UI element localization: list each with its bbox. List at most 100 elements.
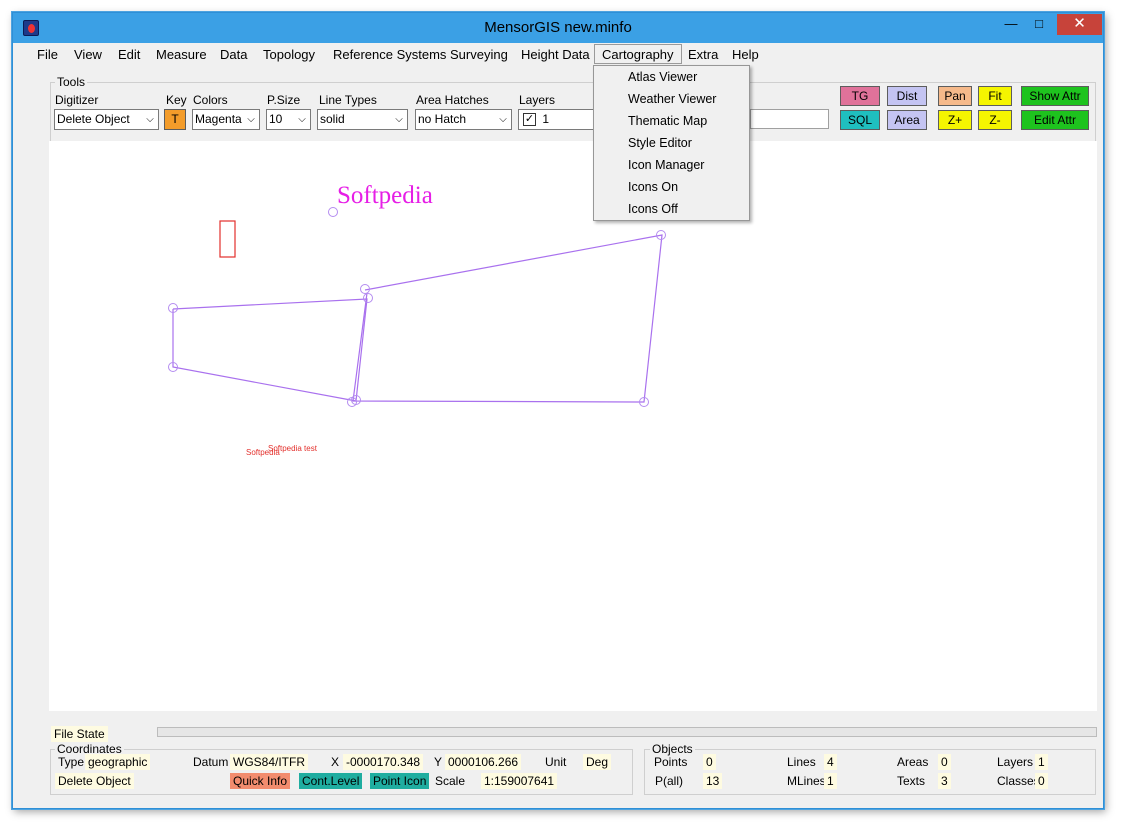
fit-button[interactable]: Fit <box>978 86 1012 106</box>
menu-help[interactable]: Help <box>730 45 761 65</box>
chevron-down-icon: ⌵ <box>499 114 507 125</box>
checkbox-icon[interactable]: ✓ <box>523 113 536 127</box>
vertex-markers <box>168 207 666 407</box>
cartography-dropdown: Atlas Viewer Weather Viewer Thematic Map… <box>593 65 750 221</box>
zoom-out-button[interactable]: Z- <box>978 110 1012 130</box>
unit-value: Deg <box>583 754 612 770</box>
menu-data[interactable]: Data <box>218 45 249 65</box>
dist-button[interactable]: Dist <box>887 86 927 106</box>
layers-count-value: 1 <box>1035 754 1048 770</box>
close-icon[interactable]: ✕ <box>1057 14 1102 35</box>
colors-select[interactable]: Magenta ⌵ <box>192 109 260 130</box>
colors-label: Colors <box>193 93 228 107</box>
zoom-in-button[interactable]: Z+ <box>938 110 972 130</box>
menu-item-icons-on[interactable]: Icons On <box>628 176 678 198</box>
menu-surveying[interactable]: Surveying <box>448 45 510 65</box>
menu-item-atlas-viewer[interactable]: Atlas Viewer <box>628 66 697 88</box>
point-icon-button[interactable]: Point Icon <box>370 773 430 789</box>
line-types-select[interactable]: solid ⌵ <box>317 109 408 130</box>
title-bar: MensorGIS new.minfo — □ ✕ <box>13 13 1103 43</box>
areas-label: Areas <box>897 755 929 769</box>
menu-item-icon-manager[interactable]: Icon Manager <box>628 154 704 176</box>
unit-label: Unit <box>545 755 567 769</box>
points-label: Points <box>654 755 688 769</box>
menu-cartography[interactable]: Cartography <box>594 44 682 64</box>
menu-file[interactable]: File <box>35 45 60 65</box>
texts-value: 3 <box>938 773 951 789</box>
menu-item-thematic-map[interactable]: Thematic Map <box>628 110 707 132</box>
chevron-down-icon: ⌵ <box>298 114 306 125</box>
file-progress-bar <box>157 727 1097 737</box>
areas-value: 0 <box>938 754 951 770</box>
menu-height-data[interactable]: Height Data <box>519 45 592 65</box>
pall-label: P(all) <box>655 774 684 788</box>
map-label-softpedia-test[interactable]: Softpedia test <box>268 444 318 453</box>
mlines-label: MLines <box>787 774 826 788</box>
classes-value: 0 <box>1035 773 1048 789</box>
key-label: Key <box>166 93 187 107</box>
layers-select[interactable]: ✓ 1 <box>518 109 595 130</box>
classes-label: Classes <box>997 774 1040 788</box>
quick-info-button[interactable]: Quick Info <box>230 773 291 789</box>
menu-view[interactable]: View <box>72 45 104 65</box>
y-value: 0000106.266 <box>445 754 522 770</box>
maximize-icon[interactable]: □ <box>1026 14 1052 35</box>
polygon-right[interactable] <box>352 234 663 403</box>
polygon-left[interactable] <box>172 298 368 402</box>
map-drawing[interactable]: Softpedia Softpedia Softpedia test <box>49 141 1097 711</box>
sql-button[interactable]: SQL <box>840 110 880 130</box>
tg-button[interactable]: TG <box>840 86 880 106</box>
area-button[interactable]: Area <box>887 110 927 130</box>
type-value: geographic <box>85 754 151 770</box>
mlines-value: 1 <box>824 773 837 789</box>
map-title-text[interactable]: Softpedia <box>337 182 433 209</box>
points-value: 0 <box>703 754 716 770</box>
red-rectangle-object[interactable] <box>219 220 236 258</box>
file-state-label: File State <box>51 726 108 742</box>
line-types-value: solid <box>320 112 345 126</box>
digitizer-select[interactable]: Delete Object ⌵ <box>54 109 159 130</box>
cont-level-button[interactable]: Cont.Level <box>299 773 363 789</box>
vertex-marker[interactable] <box>363 293 373 303</box>
chevron-down-icon: ⌵ <box>247 114 255 125</box>
psize-label: P.Size <box>267 93 301 107</box>
menu-extra[interactable]: Extra <box>686 45 720 65</box>
layers-value: 1 <box>542 112 550 126</box>
minimize-icon[interactable]: — <box>998 14 1024 35</box>
show-attr-button[interactable]: Show Attr <box>1021 86 1089 106</box>
menu-item-icons-off[interactable]: Icons Off <box>628 198 678 220</box>
psize-select[interactable]: 10 ⌵ <box>266 109 311 130</box>
y-label: Y <box>434 755 443 769</box>
menu-topology[interactable]: Topology <box>261 45 317 65</box>
lines-label: Lines <box>787 755 816 769</box>
menu-measure[interactable]: Measure <box>154 45 209 65</box>
objects-caption: Objects <box>650 742 695 756</box>
area-hatches-value: no Hatch <box>418 112 467 126</box>
menu-item-weather-viewer[interactable]: Weather Viewer <box>628 88 716 110</box>
chevron-down-icon: ⌵ <box>395 114 403 125</box>
layers-count-label: Layers <box>997 755 1034 769</box>
map-canvas[interactable]: Softpedia Softpedia Softpedia test <box>49 141 1097 711</box>
psize-value: 10 <box>269 112 283 126</box>
scale-label: Scale <box>435 774 466 788</box>
chevron-down-icon: ⌵ <box>146 114 154 125</box>
menu-reference-systems[interactable]: Reference Systems <box>331 45 448 65</box>
x-label: X <box>331 755 340 769</box>
window-title: MensorGIS new.minfo <box>484 19 632 36</box>
command-input[interactable] <box>750 109 829 129</box>
pan-button[interactable]: Pan <box>938 86 972 106</box>
digitizer-label: Digitizer <box>55 93 99 107</box>
key-button[interactable]: T <box>164 109 186 130</box>
menu-item-style-editor[interactable]: Style Editor <box>628 132 692 154</box>
area-hatches-select[interactable]: no Hatch ⌵ <box>415 109 512 130</box>
x-value: -0000170.348 <box>343 754 424 770</box>
pall-value: 13 <box>703 773 723 789</box>
digitizer-value: Delete Object <box>57 112 130 126</box>
area-hatches-label: Area Hatches <box>416 93 489 107</box>
menu-edit[interactable]: Edit <box>116 45 142 65</box>
tools-caption: Tools <box>55 75 88 89</box>
main-window: MensorGIS new.minfo — □ ✕ File View Edit… <box>12 12 1104 809</box>
datum-value: WGS84/ITFR <box>230 754 309 770</box>
edit-attr-button[interactable]: Edit Attr <box>1021 110 1089 130</box>
scale-value: 1:159007641 <box>481 773 558 789</box>
